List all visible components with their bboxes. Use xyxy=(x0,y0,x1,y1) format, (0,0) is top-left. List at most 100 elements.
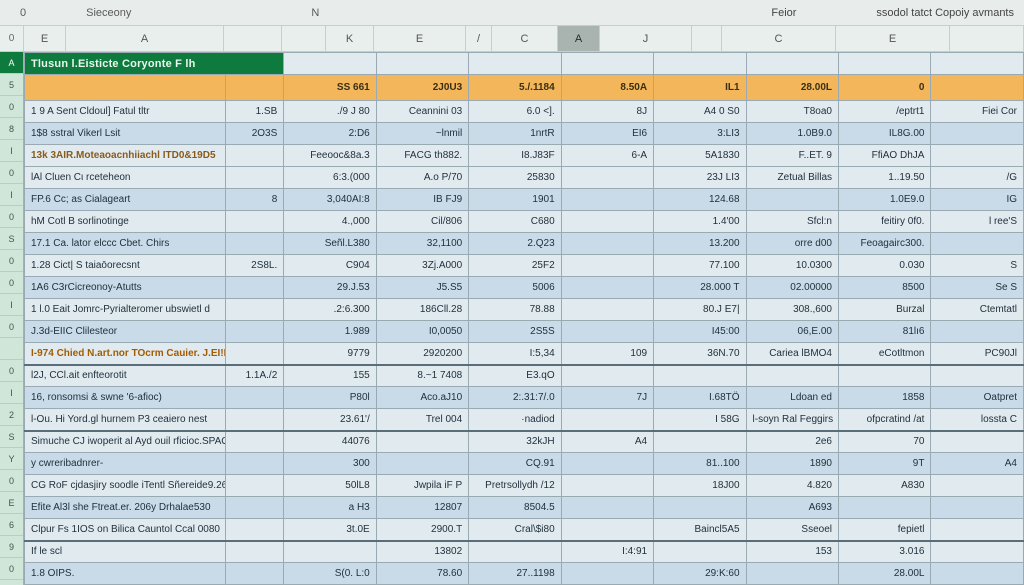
row-number[interactable]: 8 xyxy=(0,118,23,140)
row-sublabel[interactable] xyxy=(226,211,284,233)
cell[interactable]: Pretrsollydh /12 xyxy=(469,475,561,497)
cell[interactable] xyxy=(469,541,561,563)
cell[interactable]: /eptrt1 xyxy=(839,101,931,123)
cell[interactable]: A4 xyxy=(931,453,1024,475)
cell[interactable] xyxy=(561,233,653,255)
col-header-C[interactable]: C xyxy=(492,26,558,51)
cell-grid[interactable]: Tlusun l.Eisticte Coryonte F lh SS 661 2… xyxy=(24,52,1024,585)
col-header-K[interactable]: K xyxy=(326,26,374,51)
cell[interactable] xyxy=(931,519,1024,541)
cell[interactable]: orre d00 xyxy=(746,233,838,255)
cell[interactable]: I 58G xyxy=(654,409,746,431)
row-label[interactable]: If le scl xyxy=(25,541,226,563)
title-cell[interactable]: Tlusun l.Eisticte Coryonte F lh xyxy=(25,53,284,75)
cell[interactable] xyxy=(654,431,746,453)
cell[interactable]: l ree'S xyxy=(931,211,1024,233)
cell[interactable]: ~lnmil xyxy=(376,123,468,145)
row-sublabel[interactable] xyxy=(226,277,284,299)
cell[interactable]: Ceannini 03 xyxy=(376,101,468,123)
row-number[interactable]: 0 xyxy=(0,206,23,228)
row-label[interactable]: 1$8 sstral Vikerl Lsit xyxy=(25,123,226,145)
cell[interactable]: .2:6.300 xyxy=(284,299,376,321)
cell[interactable]: 25830 xyxy=(469,167,561,189)
cell[interactable]: Señl.L380 xyxy=(284,233,376,255)
cell[interactable]: 10.0300 xyxy=(746,255,838,277)
cell[interactable]: 5006 xyxy=(469,277,561,299)
row-number[interactable]: 0 xyxy=(0,360,23,382)
cell[interactable] xyxy=(561,211,653,233)
row-number[interactable]: S xyxy=(0,426,23,448)
cell[interactable]: 81lı6 xyxy=(839,321,931,343)
cell[interactable]: 9T xyxy=(839,453,931,475)
row-number[interactable]: 0 xyxy=(0,162,23,184)
cell[interactable]: 50lL8 xyxy=(284,475,376,497)
cell[interactable]: PC90Jl xyxy=(931,343,1024,365)
row-sublabel[interactable] xyxy=(226,409,284,431)
cell[interactable] xyxy=(561,563,653,585)
cell[interactable]: IL8G.00 xyxy=(839,123,931,145)
row-label[interactable]: y cwreribadnrer- xyxy=(25,453,226,475)
cell[interactable]: I:4:91 xyxy=(561,541,653,563)
row-number[interactable]: E xyxy=(0,492,23,514)
header-val[interactable]: 2J0U3 xyxy=(376,75,468,101)
header-val[interactable]: 28.00L xyxy=(746,75,838,101)
row-label[interactable]: 13k 3AIR.Moteaoacnhiiachl ITD0&19D5 xyxy=(25,145,226,167)
cell[interactable]: 3Zj.A000 xyxy=(376,255,468,277)
cell[interactable]: FfiAO DhJA xyxy=(839,145,931,167)
cell[interactable]: 1.0B9.0 xyxy=(746,123,838,145)
cell[interactable] xyxy=(654,497,746,519)
row-number[interactable]: 2 xyxy=(0,404,23,426)
header-blank[interactable] xyxy=(25,75,226,101)
cell[interactable]: fepietl xyxy=(839,519,931,541)
row-sublabel[interactable]: 2S8L. xyxy=(226,255,284,277)
cell[interactable]: Cariea lBMO4 xyxy=(746,343,838,365)
cell[interactable] xyxy=(931,123,1024,145)
cell[interactable]: /G xyxy=(931,167,1024,189)
cell[interactable]: 1.989 xyxy=(284,321,376,343)
cell[interactable]: CQ.91 xyxy=(469,453,561,475)
cell[interactable]: eCotltmon xyxy=(839,343,931,365)
cell[interactable]: lossta C xyxy=(931,409,1024,431)
cell[interactable]: 13.200 xyxy=(654,233,746,255)
header-val[interactable]: 0 xyxy=(839,75,931,101)
row-label[interactable]: 1.8 OIPS. xyxy=(25,563,226,585)
row-sublabel[interactable] xyxy=(226,453,284,475)
cell[interactable]: 6-A xyxy=(561,145,653,167)
row-label[interactable]: 1 9 A Sent Cldoul] Fatul tltr xyxy=(25,101,226,123)
row-number[interactable]: 0 xyxy=(0,272,23,294)
cell[interactable]: 78.60 xyxy=(376,563,468,585)
cell[interactable] xyxy=(561,277,653,299)
cell[interactable]: 4.,000 xyxy=(284,211,376,233)
cell[interactable]: 3,040AI:8 xyxy=(284,189,376,211)
row-sublabel[interactable]: 1.1A./2 xyxy=(226,365,284,387)
header-val[interactable]: SS 661 xyxy=(284,75,376,101)
cell[interactable]: F..ET. 9 xyxy=(746,145,838,167)
cell[interactable]: 8.~1 7408 xyxy=(376,365,468,387)
cell[interactable]: Feoagairc300. xyxy=(839,233,931,255)
cell[interactable]: A693 xyxy=(746,497,838,519)
row-label[interactable]: 1A6 C3rCicreonoy-Atutts xyxy=(25,277,226,299)
cell[interactable]: 2:.31:7/.0 xyxy=(469,387,561,409)
row-number[interactable]: I xyxy=(0,382,23,404)
cell[interactable]: S(0. L:0 xyxy=(284,563,376,585)
cell[interactable]: FACG th882. xyxy=(376,145,468,167)
cell[interactable]: I0,0050 xyxy=(376,321,468,343)
row-sublabel[interactable] xyxy=(226,475,284,497)
cell[interactable]: 29.J.53 xyxy=(284,277,376,299)
row-sublabel[interactable]: 8 xyxy=(226,189,284,211)
col-header-A[interactable]: A xyxy=(66,26,224,51)
cell[interactable]: 300 xyxy=(284,453,376,475)
cell[interactable] xyxy=(561,365,653,387)
row-sublabel[interactable] xyxy=(226,387,284,409)
cell[interactable] xyxy=(746,563,838,585)
col-header-3[interactable] xyxy=(282,26,326,51)
col-header-13[interactable] xyxy=(950,26,1024,51)
cell[interactable]: 186Cll.28 xyxy=(376,299,468,321)
header-val[interactable]: IL1 xyxy=(654,75,746,101)
cell[interactable] xyxy=(561,409,653,431)
row-label[interactable]: l-Ou. Hi Yord.gl hurnem P3 ceaiero nest xyxy=(25,409,226,431)
row-label[interactable]: I-974 Chied N.art.nor TOcrm Cauier. J.EI… xyxy=(25,343,226,365)
cell[interactable]: Se S xyxy=(931,277,1024,299)
row-number[interactable]: 0 xyxy=(0,470,23,492)
cell[interactable]: Trel 004 xyxy=(376,409,468,431)
